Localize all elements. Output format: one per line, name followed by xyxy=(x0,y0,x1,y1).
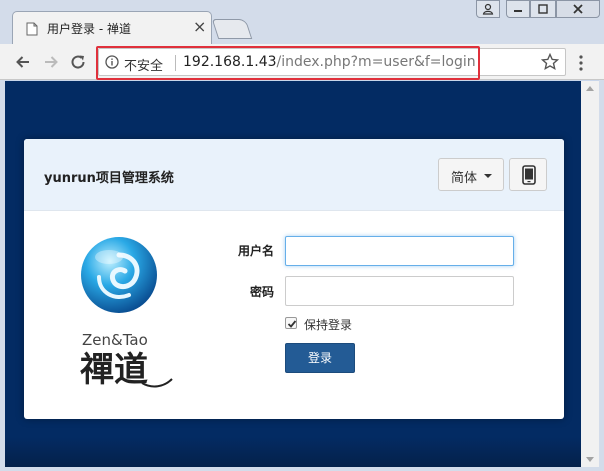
page-icon xyxy=(26,22,38,36)
logo-wordmark: 禪道 xyxy=(80,350,148,389)
language-label: 简体 xyxy=(451,171,478,186)
zentao-logo-emblem xyxy=(81,237,157,313)
new-tab-button[interactable] xyxy=(211,19,253,39)
url-highlight-box xyxy=(96,46,480,80)
vertical-scrollbar[interactable] xyxy=(581,81,599,467)
username-label: 用户名 xyxy=(238,244,275,258)
username-input[interactable] xyxy=(285,236,514,266)
password-label: 密码 xyxy=(250,285,275,299)
system-title: yunrun项目管理系统 xyxy=(44,171,174,186)
caret-down-icon xyxy=(484,174,492,178)
mobile-phone-icon xyxy=(522,165,536,185)
checkmark-icon xyxy=(287,320,297,328)
remember-checkbox[interactable] xyxy=(285,317,297,329)
scroll-up-arrow-icon[interactable] xyxy=(586,86,594,91)
tab-title: 用户登录 - 禅道 xyxy=(47,22,131,36)
maximize-button[interactable] xyxy=(530,0,556,18)
minimize-button[interactable] xyxy=(506,0,530,18)
window-frame-bottom xyxy=(0,467,604,471)
remember-label[interactable]: 保持登录 xyxy=(304,316,352,333)
bookmark-star-icon[interactable] xyxy=(541,53,559,71)
back-arrow-icon[interactable] xyxy=(13,52,33,72)
maximize-icon xyxy=(538,4,548,14)
profile-button[interactable] xyxy=(476,0,500,18)
password-input[interactable] xyxy=(285,276,514,306)
user-icon xyxy=(482,3,494,15)
login-panel: yunrun项目管理系统 简体 Zen&Tao 禪道 用户名 密码 保持登录 登… xyxy=(24,139,564,419)
close-icon xyxy=(573,4,583,14)
panel-header: yunrun项目管理系统 简体 xyxy=(24,139,564,211)
logo-brand-text: Zen&Tao xyxy=(82,331,148,349)
login-button[interactable]: 登录 xyxy=(285,343,355,373)
window-frame-right xyxy=(599,80,604,471)
tab-login[interactable]: 用户登录 - 禅道 × xyxy=(12,11,212,45)
reload-icon[interactable] xyxy=(68,52,88,72)
mobile-view-button[interactable] xyxy=(509,158,547,191)
forward-arrow-icon[interactable] xyxy=(41,52,61,72)
menu-kebab-icon[interactable] xyxy=(576,54,586,72)
scroll-down-arrow-icon[interactable] xyxy=(586,457,594,462)
zentao-calligraphy-logo: 禪道 xyxy=(80,350,173,389)
window-titlebar: 用户登录 - 禅道 × xyxy=(0,0,604,45)
minimize-icon xyxy=(514,10,522,12)
language-dropdown[interactable]: 简体 xyxy=(438,158,504,191)
tab-close-icon[interactable]: × xyxy=(193,17,206,37)
close-window-button[interactable] xyxy=(556,0,600,18)
